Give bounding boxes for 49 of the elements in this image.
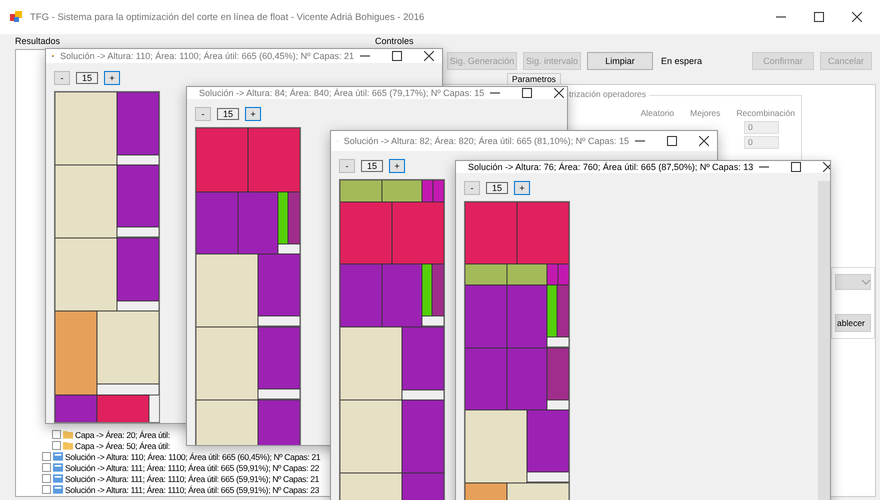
column-header: Mejores (690, 108, 720, 118)
zoom-out-button[interactable]: - (339, 159, 355, 173)
tree-item[interactable]: Capa -> Área: 50; Área útil: (75, 440, 170, 450)
tree-item[interactable]: Solución -> Altura: 111; Área: 1110; Área útil: 665 (59,91%); Nº Capas: 22 (65, 462, 320, 472)
maximize-icon[interactable] (814, 12, 824, 22)
maximize-icon[interactable] (791, 162, 802, 172)
reset-button[interactable]: ablecer (835, 314, 871, 332)
zoom-in-button[interactable]: + (104, 71, 120, 85)
document-icon (53, 463, 63, 472)
column-header: Recombinación (736, 108, 795, 118)
tree-item[interactable]: Capa -> Área: 20; Área útil: (75, 430, 170, 440)
maximize-icon[interactable] (522, 88, 532, 98)
control-button[interactable]: Limpiar (587, 52, 653, 70)
zoom-value: 15 (217, 108, 240, 120)
zoom-value: 15 (486, 182, 508, 194)
zoom-out-button[interactable]: - (195, 107, 211, 121)
close-icon[interactable] (554, 88, 564, 98)
window-title: Solución -> Altura: 82; Área: 820; Área útil: 665 (81,10%); Nº Capas: 15 (344, 136, 629, 146)
group-label: Controles (375, 36, 415, 46)
tree-item[interactable]: Solución -> Altura: 110; Área: 1100; Área útil: 665 (60,45%); Nº Capas: 21 (65, 452, 320, 462)
chevron-icon (862, 280, 870, 284)
column-header: Aleatorio (640, 108, 674, 118)
zoom-out-button[interactable]: - (464, 181, 480, 195)
close-icon[interactable] (852, 12, 862, 22)
maximize-icon[interactable] (667, 136, 677, 146)
zoom-value: 15 (76, 72, 98, 84)
zoom-out-button[interactable]: - (54, 71, 70, 85)
status-text: En espera (661, 56, 702, 66)
window-title: TFG - Sistema para la optimización del corte en línea de float - Vicente Adriá Bohigues - 2016 (30, 12, 426, 22)
zoom-in-button[interactable]: + (245, 107, 262, 121)
close-icon[interactable] (823, 162, 830, 172)
group-label: Resultados (15, 36, 62, 46)
scrollbar[interactable] (818, 181, 830, 500)
window-title: Solución -> Altura: 110; Área: 1100; Área útil: 665 (60,45%); Nº Capas: 21 (60, 51, 354, 61)
document-icon (53, 474, 63, 483)
close-icon[interactable] (424, 51, 434, 61)
window-title: Solución -> Altura: 84; Área: 840; Área útil: 665 (79,17%); Nº Capas: 15 (199, 88, 484, 98)
zoom-in-button[interactable]: + (514, 181, 530, 195)
group-label: trización operadores (569, 89, 650, 99)
maximize-icon[interactable] (392, 51, 402, 61)
zoom-value: 15 (361, 160, 384, 172)
zoom-in-button[interactable]: + (389, 159, 406, 173)
document-icon (53, 485, 63, 494)
tree-item[interactable]: Solución -> Altura: 111; Área: 1110; Área útil: 665 (59,91%); Nº Capas: 21 (65, 474, 320, 484)
document-icon (53, 452, 63, 461)
tree-item[interactable]: Solución -> Altura: 111; Área: 1110; Área útil: 665 (59,91%); Nº Capas: 23 (65, 484, 320, 494)
close-icon[interactable] (699, 136, 709, 146)
window-title: Solución -> Altura: 76; Área: 760; Área útil: 665 (87,50%); Nº Capas: 13 (468, 162, 754, 172)
tab[interactable]: Parametros (507, 73, 561, 84)
